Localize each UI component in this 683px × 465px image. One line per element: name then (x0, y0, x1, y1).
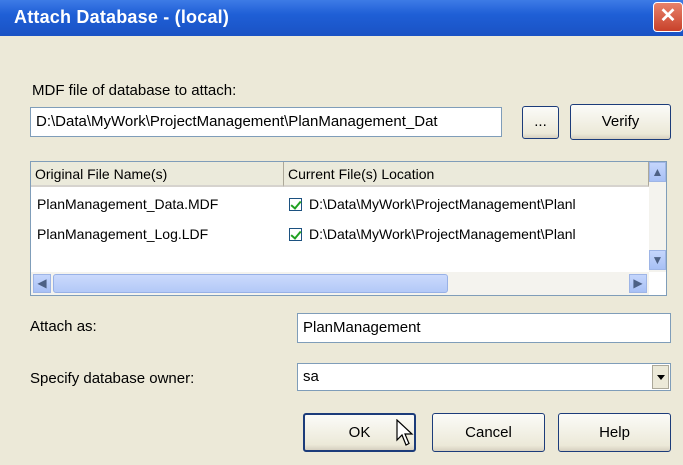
scroll-down-icon[interactable]: ▼ (649, 250, 666, 270)
chevron-down-icon[interactable] (652, 365, 669, 389)
window-title: Attach Database - (local) (14, 7, 230, 27)
attach-as-label: Attach as: (30, 318, 97, 335)
scroll-right-icon[interactable]: ▶ (629, 274, 647, 293)
scroll-thumb[interactable] (53, 274, 448, 293)
location-checkbox[interactable] (289, 228, 302, 241)
help-button[interactable]: Help (558, 413, 671, 452)
title-bar: Attach Database - (local) ✕ (0, 0, 683, 36)
browse-button[interactable]: ... (522, 106, 559, 139)
original-file-name: PlanManagement_Data.MDF (37, 196, 219, 212)
owner-label: Specify database owner: (30, 370, 195, 387)
vertical-scrollbar[interactable]: ▲ ▼ (649, 162, 666, 272)
scroll-left-icon[interactable]: ◀ (33, 274, 51, 293)
column-header-original[interactable]: Original File Name(s) (31, 162, 284, 187)
column-header-location[interactable]: Current File(s) Location (284, 162, 649, 187)
owner-value: sa (303, 368, 319, 385)
verify-button[interactable]: Verify (570, 104, 671, 140)
close-button[interactable]: ✕ (653, 2, 683, 32)
cancel-button[interactable]: Cancel (432, 413, 545, 452)
owner-select[interactable]: sa (297, 363, 671, 391)
attach-as-input[interactable]: PlanManagement (297, 313, 671, 343)
current-file-location: D:\Data\MyWork\ProjectManagement\Planl (309, 226, 576, 242)
mouse-pointer-icon (396, 419, 414, 446)
close-icon: ✕ (659, 5, 677, 27)
location-checkbox[interactable] (289, 198, 302, 211)
current-file-location: D:\Data\MyWork\ProjectManagement\Planl (309, 196, 576, 212)
files-table: Original File Name(s) Current File(s) Lo… (30, 161, 667, 296)
table-row[interactable]: PlanManagement_Log.LDF D:\Data\MyWork\Pr… (31, 220, 649, 248)
original-file-name: PlanManagement_Log.LDF (37, 226, 209, 242)
scroll-up-icon[interactable]: ▲ (649, 162, 666, 182)
mdf-path-input[interactable]: D:\Data\MyWork\ProjectManagement\PlanMan… (30, 107, 502, 137)
table-row[interactable]: PlanManagement_Data.MDF D:\Data\MyWork\P… (31, 190, 649, 218)
horizontal-scrollbar[interactable]: ◀ ▶ (31, 272, 649, 295)
mdf-label: MDF file of database to attach: (32, 82, 237, 99)
